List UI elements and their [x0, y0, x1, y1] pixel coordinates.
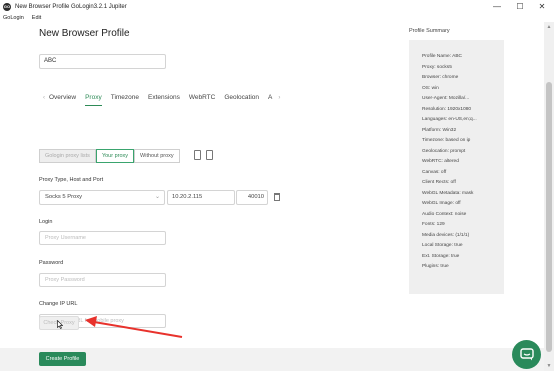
scrollbar-thumb[interactable] [546, 82, 552, 352]
chevron-down-icon: ⌄ [154, 194, 160, 200]
login-label: Login [39, 219, 53, 225]
proxy-host-input[interactable]: 10.20.2.115 [167, 190, 235, 205]
create-profile-button[interactable]: Create Profile [39, 352, 86, 366]
window-title: New Browser Profile GoLogin3.2.1 Jupiter [15, 3, 127, 10]
profile-name-input[interactable]: ABC [39, 54, 166, 69]
summary-row: Audio Context: noise [422, 211, 467, 217]
summary-row: WebGL Image: off [422, 201, 461, 206]
scroll-up-icon[interactable]: ▲ [546, 24, 552, 30]
tab-geolocation[interactable]: Geolocation [224, 91, 259, 105]
menu-bar: GoLogin Edit [0, 13, 554, 22]
proxy-password-input[interactable]: Proxy Password [39, 273, 166, 287]
summary-row: Plugins: true [422, 264, 449, 269]
proxy-mode-toggle: Gologin proxy lists Your proxy Without p… [39, 149, 180, 163]
proxy-username-input[interactable]: Proxy Username [39, 231, 166, 245]
change-ip-label: Change IP URL [39, 301, 78, 307]
proxy-port-input[interactable]: 40010 [236, 190, 268, 205]
menu-edit[interactable]: Edit [32, 15, 41, 21]
summary-row: Client Rects: off [422, 180, 456, 185]
table-icon[interactable] [206, 150, 213, 160]
summary-row: User-Agent: Mozilla/... [422, 96, 470, 101]
summary-row: WebGL Metadata: mask [422, 190, 474, 196]
minimize-icon[interactable]: — [487, 0, 507, 13]
without-proxy-button[interactable]: Without proxy [134, 149, 180, 163]
tab-overview[interactable]: Overview [49, 91, 76, 105]
maximize-icon[interactable]: ☐ [510, 0, 530, 13]
page-title: New Browser Profile [39, 28, 130, 39]
profile-summary-panel: Profile Name: ABC Proxy: socks5 Browser:… [409, 40, 504, 294]
summary-row: Ext. Storage: true [422, 253, 460, 259]
tab-more[interactable]: A [268, 91, 272, 105]
summary-row: Timezone: based on ip [422, 138, 471, 143]
chat-icon[interactable] [512, 340, 541, 369]
settings-tabs: ‹ Overview Proxy Timezone Extensions Web… [39, 90, 297, 106]
summary-row: Languages: en-US,en;q... [422, 117, 477, 122]
menu-gologin[interactable]: GoLogin [3, 15, 24, 21]
tab-proxy[interactable]: Proxy [85, 91, 102, 106]
summary-row: Profile Name: ABC [422, 54, 462, 59]
profile-summary-title: Profile Summary [409, 28, 450, 34]
your-proxy-button[interactable]: Your proxy [95, 149, 135, 163]
title-bar: GO New Browser Profile GoLogin3.2.1 Jupi… [0, 0, 554, 13]
summary-row: Resolution: 1920x1080 [422, 106, 472, 112]
summary-row: Browser: chrome [422, 75, 459, 80]
summary-row: Geolocation: prompt [422, 148, 466, 154]
app-logo-icon: GO [3, 2, 11, 11]
proxy-type-label: Proxy Type, Host and Port [39, 177, 104, 183]
proxy-type-select[interactable]: Socks 5 Proxy ⌄ [39, 190, 165, 205]
tab-extensions[interactable]: Extensions [148, 91, 180, 105]
summary-row: Canvas: off [422, 169, 447, 175]
trash-icon[interactable] [274, 193, 280, 201]
summary-row: OS: win [422, 85, 439, 91]
tab-webrtc[interactable]: WebRTC [189, 91, 216, 105]
scroll-down-icon[interactable]: ▼ [546, 363, 552, 369]
copy-icon[interactable] [194, 150, 201, 160]
summary-row: Proxy: socks5 [422, 64, 452, 70]
summary-row: Local Storage: true [422, 243, 463, 248]
tab-timezone[interactable]: Timezone [111, 91, 139, 105]
summary-row: Platform: Win32 [422, 127, 457, 133]
cursor-icon [57, 320, 63, 329]
summary-row: WebRTC: altered [422, 159, 459, 164]
tab-scroll-left-icon[interactable]: ‹ [43, 95, 45, 101]
password-label: Password [39, 260, 64, 266]
summary-row: Media devices: (1/1/1) [422, 232, 470, 238]
close-icon[interactable]: ✕ [532, 0, 552, 13]
proxy-type-value: Socks 5 Proxy [45, 194, 83, 200]
summary-row: Fonts: 129 [422, 222, 445, 227]
tab-scroll-right-icon[interactable]: › [278, 95, 280, 101]
gologin-proxy-lists-button[interactable]: Gologin proxy lists [39, 149, 96, 163]
vertical-scrollbar[interactable]: ▲ ▼ [544, 22, 554, 371]
